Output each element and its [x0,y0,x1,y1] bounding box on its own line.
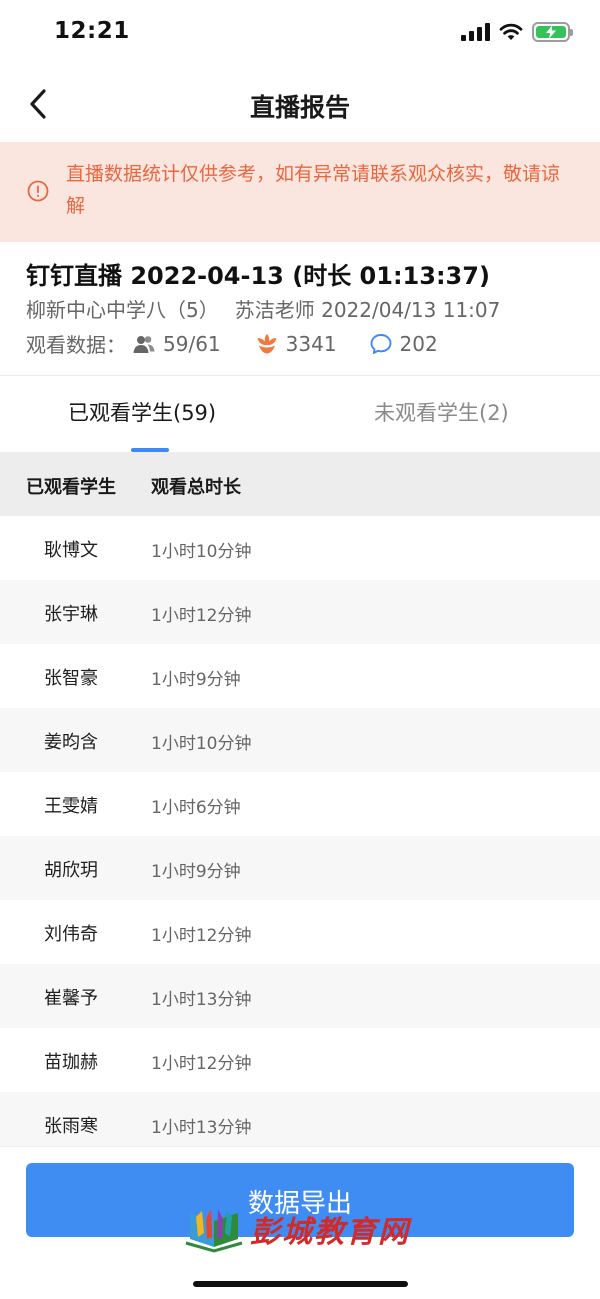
watch-duration: 1小时12分钟 [151,1054,252,1074]
table-row: 耿博文 1小时10分钟 [0,516,600,580]
watermark-text: 彭城教育网 [250,1215,410,1250]
watch-duration: 1小时10分钟 [151,734,252,754]
table-row: 王雯婧 1小时6分钟 [0,772,600,836]
watch-duration: 1小时12分钟 [151,606,252,626]
tab-unwatched-students[interactable]: 未观看学生(2) [374,397,509,427]
table-row: 刘伟奇 1小时12分钟 [0,900,600,964]
likes-stat: 3341 [255,332,337,356]
table-row: 崔馨予 1小时13分钟 [0,964,600,1028]
table-row: 苗珈赫 1小时12分钟 [0,1028,600,1092]
watch-duration: 1小时12分钟 [151,926,252,946]
status-icons [461,22,573,42]
teacher-datetime: 苏洁老师 2022/04/13 11:07 [234,298,501,322]
watch-stats: 观看数据： 59/61 3341 202 [26,329,438,358]
notice-text: 直播数据统计仅供参考，如有异常请联系观众核实，敬请谅解 [66,163,561,217]
live-subtitle: 柳新中心中学八（5） 苏洁老师 2022/04/13 11:07 [26,294,500,323]
column-header-duration: 观看总时长 [151,477,241,498]
student-name: 苗珈赫 [44,1052,98,1073]
student-name: 王雯婧 [44,796,98,817]
tab-watched-students[interactable]: 已观看学生(59) [68,397,216,427]
alert-circle-icon [27,180,49,202]
student-name: 张智豪 [44,668,98,689]
student-name: 耿博文 [44,540,98,561]
watch-duration: 1小时10分钟 [151,542,252,562]
viewers-stat: 59/61 [132,332,221,356]
status-bar: 12:21 [0,0,600,66]
viewers-count: 59/61 [163,331,221,356]
table-header: 已观看学生 观看总时长 [0,452,600,516]
home-indicator [193,1281,408,1287]
watch-duration: 1小时9分钟 [151,670,241,690]
stats-label: 观看数据： [26,333,126,357]
page-title: 直播报告 [249,93,350,122]
watch-duration: 1小时13分钟 [151,1118,252,1138]
watch-duration: 1小时13分钟 [151,990,252,1010]
book-logo-icon [185,1209,243,1253]
table-row: 姜昀含 1小时10分钟 [0,708,600,772]
status-time: 12:21 [54,18,130,44]
table-row: 胡欣玥 1小时9分钟 [0,836,600,900]
watch-duration: 1小时6分钟 [151,798,241,818]
battery-icon [532,22,573,42]
wifi-icon [499,23,523,40]
charging-bolt-icon [546,25,556,39]
comments-stat: 202 [369,332,438,356]
student-name: 姜昀含 [44,732,98,753]
student-name: 刘伟奇 [44,924,98,945]
student-name: 张宇琳 [44,604,98,625]
table-row: 张智豪 1小时9分钟 [0,644,600,708]
class-name: 柳新中心中学八（5） [26,298,219,322]
student-name: 胡欣玥 [44,860,98,881]
table-row: 张宇琳 1小时12分钟 [0,580,600,644]
student-name: 张雨寒 [44,1116,98,1137]
student-name: 崔馨予 [44,988,98,1009]
cellular-signal-icon [461,23,490,41]
notice-banner: 直播数据统计仅供参考，如有异常请联系观众核实，敬请谅解 [0,142,600,242]
column-header-name: 已观看学生 [26,477,116,498]
live-info: 钉钉直播 2022-04-13 (时长 01:13:37) 柳新中心中学八（5）… [0,242,600,376]
bottom-bar: 数据导出 彭城教育网 [0,1146,600,1299]
chat-bubble-icon [370,333,391,354]
live-title: 钉钉直播 2022-04-13 (时长 01:13:37) [26,262,490,290]
comments-count: 202 [399,331,438,356]
student-tabs: 已观看学生(59) 未观看学生(2) [0,377,600,452]
student-table-body: 耿博文 1小时10分钟 张宇琳 1小时12分钟 张智豪 1小时9分钟 姜昀含 1… [0,516,600,1156]
watch-duration: 1小时9分钟 [151,862,241,882]
likes-count: 3341 [285,331,337,356]
watermark: 彭城教育网 [184,1203,424,1255]
nav-bar: 直播报告 [0,66,600,142]
flower-icon [257,333,277,353]
users-icon [133,335,155,353]
